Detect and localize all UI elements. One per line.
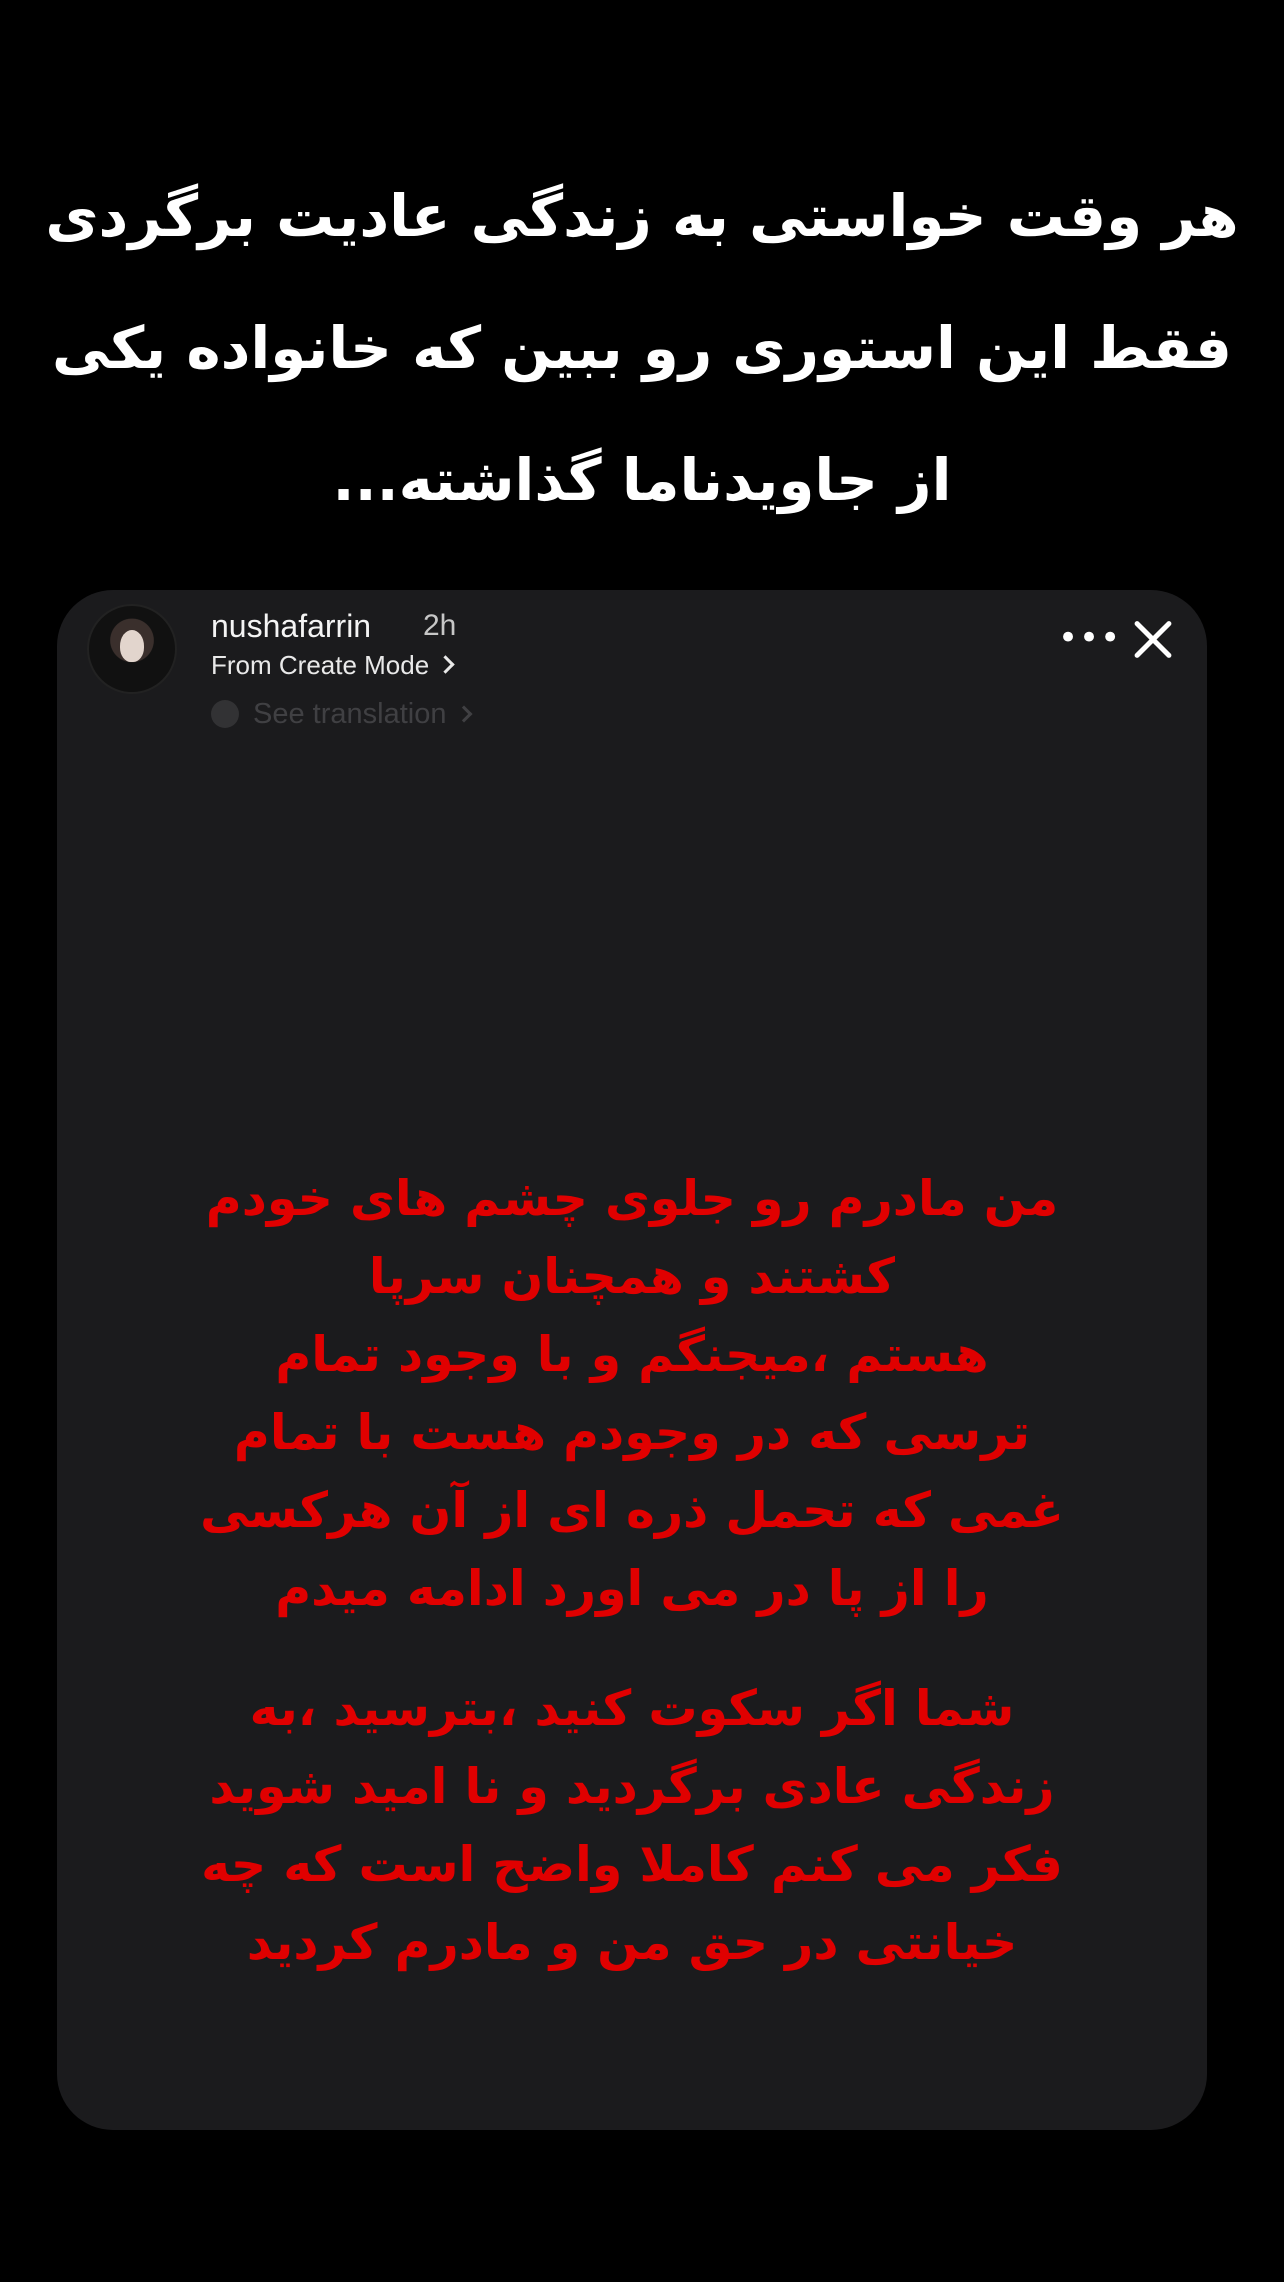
create-mode-link[interactable]: From Create Mode [211, 648, 455, 682]
story-line: فکر می کنم کاملا واضح است که چه [201, 1836, 1063, 1893]
see-translation-button[interactable]: See translation [211, 694, 473, 734]
story-line: را از پا در می اورد ادامه میدم [275, 1560, 989, 1617]
story-line: کشتند و همچنان سرپا [368, 1248, 896, 1305]
story-username[interactable]: nushafarrin [211, 606, 371, 646]
story-line: غمی که تحمل ذره ای از آن هرکسی [200, 1482, 1064, 1539]
story-header: nushafarrin 2h From Create Mode See tran… [57, 590, 1207, 770]
story-screenshot: nushafarrin 2h From Create Mode See tran… [57, 590, 1207, 2130]
story-line: من مادرم رو جلوی چشم های خودم [205, 1170, 1059, 1227]
avatar-face-icon [120, 630, 144, 662]
translation-icon [211, 700, 239, 728]
story-line: ترسی که در وجودم هست با تمام [233, 1404, 1031, 1461]
caption-line-2: فقط این استوری رو ببین که خانواده یکی [52, 314, 1232, 382]
more-options-button[interactable]: ••• [1058, 618, 1122, 658]
see-translation-label: See translation [253, 697, 447, 730]
story-paragraph-1: من مادرم رو جلوی چشم های خودم کشتند و هم… [112, 1160, 1152, 1628]
story-line: شما اگر سکوت کنید ،بترسید ،به [249, 1680, 1015, 1737]
story-paragraph-2: شما اگر سکوت کنید ،بترسید ،به زندگی عادی… [112, 1670, 1152, 1982]
post-caption: هر وقت خواستی به زندگی عادیت برگردی فقط … [40, 150, 1244, 546]
story-line: خیانتی در حق من و مادرم کردید [246, 1914, 1018, 1971]
more-horizontal-icon: ••• [1058, 618, 1122, 658]
caption-line-1: هر وقت خواستی به زندگی عادیت برگردی [45, 182, 1239, 250]
create-mode-label: From Create Mode [211, 650, 430, 680]
chevron-right-icon [436, 655, 455, 674]
close-icon[interactable] [1122, 610, 1182, 670]
story-time: 2h [423, 609, 457, 642]
avatar[interactable] [87, 604, 177, 694]
story-line: زندگی عادی برگردید و نا امید شوید [209, 1758, 1055, 1815]
story-line: هستم ،میجنگم و با وجود تمام [275, 1326, 989, 1383]
caption-line-3: از جاویدناما گذاشته... [332, 446, 952, 514]
chevron-right-icon [455, 705, 473, 723]
